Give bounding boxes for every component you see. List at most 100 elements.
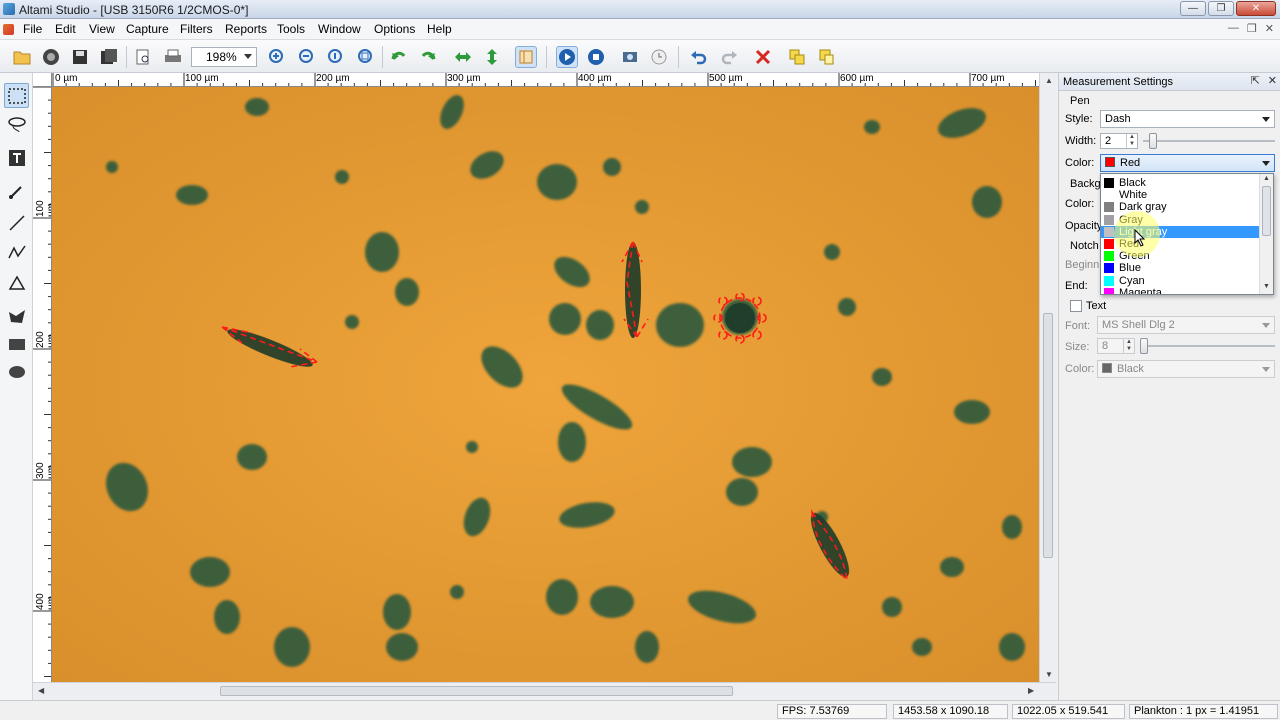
zoom-select[interactable]: 198% (191, 47, 257, 67)
text-tool-icon[interactable] (4, 145, 29, 170)
lasso-tool-icon[interactable] (4, 111, 29, 136)
zoom-in-icon[interactable] (266, 46, 288, 68)
flip-vertical-icon[interactable] (481, 46, 503, 68)
menu-options[interactable]: Options (374, 22, 415, 36)
spin-arrows-icon[interactable]: ▲ ▼ (1123, 339, 1134, 353)
close-button[interactable]: ✕ (1236, 1, 1276, 16)
vertical-scroll-thumb[interactable] (1043, 313, 1053, 558)
capture-settings-icon[interactable] (619, 46, 641, 68)
color-option-label: Cyan (1119, 274, 1145, 287)
scroll-down-icon[interactable]: ▼ (1045, 670, 1053, 679)
text-color-label: Color: (1065, 363, 1095, 375)
color-option-dark-gray[interactable]: Dark gray (1101, 201, 1259, 213)
pen-color-select[interactable]: Red (1100, 154, 1275, 172)
scroll-left-icon[interactable]: ◀ (38, 686, 44, 695)
text-color-value: Black (1117, 363, 1144, 375)
font-select[interactable]: MS Shell Dlg 2 (1097, 316, 1275, 334)
zoom-actual-icon[interactable] (325, 46, 347, 68)
horizontal-scroll-thumb[interactable] (220, 686, 733, 696)
color-option-black[interactable]: Black (1101, 177, 1259, 189)
polygon-tool-icon[interactable] (4, 303, 29, 328)
image-canvas[interactable] (52, 87, 1039, 682)
color-option-label: Black (1119, 177, 1146, 189)
document-icon[interactable] (3, 24, 14, 35)
scroll-up-icon[interactable]: ▲ (1263, 175, 1270, 182)
menu-view[interactable]: View (89, 22, 115, 36)
print-preview-icon[interactable] (132, 46, 154, 68)
open-folder-icon[interactable] (11, 46, 33, 68)
text-checkbox[interactable] (1070, 300, 1082, 312)
chevron-down-icon (244, 54, 252, 59)
menu-tools[interactable]: Tools (277, 22, 305, 36)
menu-bar: File Edit View Capture Filters Reports T… (0, 19, 1280, 40)
width-slider-handle[interactable] (1149, 133, 1157, 149)
polyline-tool-icon[interactable] (4, 240, 29, 265)
undo-icon[interactable] (688, 46, 710, 68)
scroll-down-icon[interactable]: ▼ (1263, 283, 1270, 290)
select-tool-icon[interactable] (4, 83, 29, 108)
menu-window[interactable]: Window (318, 22, 361, 36)
panel-close-icon[interactable]: ✕ (1268, 74, 1277, 87)
crop-icon[interactable] (515, 46, 537, 68)
width-spinbox[interactable]: 2 ▲ ▼ (1100, 133, 1138, 149)
timer-icon[interactable] (648, 46, 670, 68)
vertical-scrollbar[interactable]: ▲ ▼ (1039, 73, 1056, 682)
mdi-close-button[interactable]: ✕ (1265, 22, 1274, 35)
rotate-left-icon[interactable] (388, 46, 410, 68)
scroll-up-icon[interactable]: ▲ (1045, 76, 1053, 85)
color-swatch-icon (1104, 287, 1114, 294)
menu-help[interactable]: Help (427, 22, 452, 36)
menu-filters[interactable]: Filters (180, 22, 213, 36)
menu-reports[interactable]: Reports (225, 22, 267, 36)
scroll-right-icon[interactable]: ▶ (1028, 686, 1034, 695)
delete-icon[interactable] (752, 46, 774, 68)
spin-arrows-icon[interactable]: ▲ ▼ (1126, 134, 1137, 148)
menu-file[interactable]: File (23, 22, 42, 36)
color-label: Color: (1065, 157, 1095, 169)
minimize-button[interactable]: — (1180, 1, 1206, 16)
save-all-icon[interactable] (98, 46, 120, 68)
size-slider[interactable] (1140, 338, 1275, 354)
measurement-settings-panel: Measurement Settings ⇱ ✕ Pen Style: Dash… (1058, 73, 1280, 700)
maximize-button[interactable]: ❐ (1208, 1, 1234, 16)
ruler-top-label: 600 µm (840, 73, 874, 84)
pen-tool-icon[interactable] (4, 178, 29, 203)
save-icon[interactable] (69, 46, 91, 68)
panel-float-icon[interactable]: ⇱ (1251, 74, 1260, 87)
zoom-out-icon[interactable] (296, 46, 318, 68)
horizontal-scrollbar[interactable]: ◀ ▶ (33, 682, 1056, 699)
line-tool-icon[interactable] (4, 210, 29, 235)
rectangle-tool-icon[interactable] (4, 331, 29, 356)
size-spinbox[interactable]: 8 ▲ ▼ (1097, 338, 1135, 354)
print-icon[interactable] (162, 46, 184, 68)
dropdown-scrollbar[interactable]: ▲ ▼ (1259, 174, 1273, 294)
color-option-magenta[interactable]: Magenta (1101, 287, 1259, 294)
dropdown-scroll-thumb[interactable] (1262, 186, 1271, 236)
text-color-select[interactable]: Black (1097, 360, 1275, 378)
title-bar: Altami Studio - [USB 3150R6 1/2CMOS-0*] … (0, 0, 1280, 19)
tool-palette (0, 73, 33, 700)
color-option-cyan[interactable]: Cyan (1101, 275, 1259, 287)
stop-icon[interactable] (585, 46, 607, 68)
mdi-restore-button[interactable]: ❐ (1247, 22, 1257, 35)
style-select[interactable]: Dash (1100, 110, 1275, 128)
angle-tool-icon[interactable] (4, 270, 29, 295)
color-option-white[interactable]: White (1101, 189, 1259, 201)
calibration-readout: Plankton : 1 px = 1.41951 µm (1129, 704, 1278, 720)
copy-icon[interactable] (786, 46, 808, 68)
size-slider-handle[interactable] (1140, 338, 1148, 354)
ellipse-tool-icon[interactable] (4, 359, 29, 384)
redo-icon[interactable] (718, 46, 740, 68)
paste-icon[interactable] (815, 46, 837, 68)
camera-icon[interactable] (40, 46, 62, 68)
color-option-blue[interactable]: Blue (1101, 262, 1259, 274)
menu-edit[interactable]: Edit (55, 22, 76, 36)
rotate-right-icon[interactable] (417, 46, 439, 68)
zoom-fit-icon[interactable] (355, 46, 377, 68)
flip-horizontal-icon[interactable] (452, 46, 474, 68)
mdi-minimize-button[interactable]: — (1228, 22, 1239, 35)
menu-capture[interactable]: Capture (126, 22, 169, 36)
play-icon[interactable] (556, 46, 578, 68)
width-slider[interactable] (1143, 133, 1275, 149)
ruler-top-label: 500 µm (709, 73, 743, 84)
